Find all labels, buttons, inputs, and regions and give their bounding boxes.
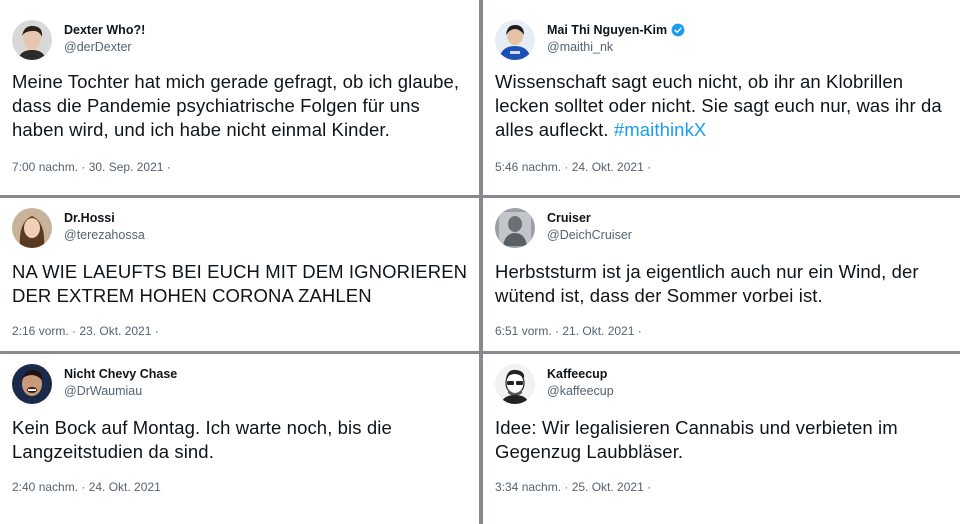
- tweet-card[interactable]: Dr.Hossi @terezahossa NA WIE LAEUFTS BEI…: [0, 198, 479, 351]
- verified-badge-icon: [671, 23, 685, 37]
- author-handle[interactable]: @maithi_nk: [547, 40, 613, 54]
- author-handle[interactable]: @DeichCruiser: [547, 228, 632, 242]
- tweet-card[interactable]: Dexter Who?! @derDexter Meine Tochter ha…: [0, 0, 479, 195]
- tweet-text: NA WIE LAEUFTS BEI EUCH MIT DEM IGNORIER…: [12, 260, 471, 308]
- tweet-timestamp[interactable]: 2:16 vorm. · 23. Okt. 2021 ·: [12, 324, 159, 338]
- avatar[interactable]: [495, 364, 535, 404]
- tweet-text: Idee: Wir legalisieren Cannabis und verb…: [495, 416, 952, 464]
- tweet-card[interactable]: Cruiser @DeichCruiser Herbststurm ist ja…: [483, 198, 960, 351]
- author-display-name[interactable]: Cruiser: [547, 211, 591, 225]
- author-display-name[interactable]: Dexter Who?!: [64, 23, 145, 37]
- author-handle[interactable]: @derDexter: [64, 40, 132, 54]
- author-handle[interactable]: @terezahossa: [64, 228, 145, 242]
- horizontal-divider: [0, 195, 960, 198]
- tweet-body: Kein Bock auf Montag. Ich warte noch, bi…: [12, 417, 392, 462]
- author-display-name[interactable]: Nicht Chevy Chase: [64, 367, 177, 381]
- avatar-woman-long-hair-icon: [12, 208, 52, 248]
- tweet-timestamp[interactable]: 3:34 nachm. · 25. Okt. 2021 ·: [495, 480, 651, 494]
- author-name[interactable]: Nicht Chevy Chase: [64, 367, 177, 381]
- avatar-dark-hair-man-icon: [12, 20, 52, 60]
- author-display-name[interactable]: Kaffeecup: [547, 367, 607, 381]
- avatar-grey-figure-icon: [495, 208, 535, 248]
- tweet-text: Meine Tochter hat mich gerade gefragt, o…: [12, 70, 471, 142]
- tweet-body: Herbststurm ist ja eigentlich auch nur e…: [495, 261, 919, 306]
- avatar[interactable]: [495, 208, 535, 248]
- tweet-timestamp[interactable]: 7:00 nachm. · 30. Sep. 2021 ·: [12, 160, 171, 174]
- author-name[interactable]: Dr.Hossi: [64, 211, 115, 225]
- author-handle[interactable]: @kaffeecup: [547, 384, 614, 398]
- avatar-blue-shirt-woman-icon: [495, 20, 535, 60]
- hashtag-link[interactable]: #maithinkX: [614, 119, 707, 140]
- avatar[interactable]: [12, 364, 52, 404]
- vertical-divider: [479, 0, 483, 524]
- tweet-text: Wissenschaft sagt euch nicht, ob ihr an …: [495, 70, 952, 142]
- author-name[interactable]: Cruiser: [547, 211, 591, 225]
- tweet-text: Kein Bock auf Montag. Ich warte noch, bi…: [12, 416, 471, 464]
- tweet-body: Wissenschaft sagt euch nicht, ob ihr an …: [495, 71, 942, 140]
- tweet-timestamp[interactable]: 2:40 nachm. · 24. Okt. 2021: [12, 480, 161, 494]
- tweet-card[interactable]: Kaffeecup @kaffeecup Idee: Wir legalisie…: [483, 354, 960, 524]
- author-name[interactable]: Dexter Who?!: [64, 23, 145, 37]
- tweet-collage: Dexter Who?! @derDexter Meine Tochter ha…: [0, 0, 960, 524]
- author-display-name[interactable]: Mai Thi Nguyen-Kim: [547, 23, 667, 37]
- tweet-body: NA WIE LAEUFTS BEI EUCH MIT DEM IGNORIER…: [12, 261, 468, 306]
- tweet-body: Meine Tochter hat mich gerade gefragt, o…: [12, 71, 460, 140]
- tweet-timestamp[interactable]: 5:46 nachm. · 24. Okt. 2021 ·: [495, 160, 651, 174]
- tweet-card[interactable]: Mai Thi Nguyen-Kim @maithi_nk Wissenscha…: [483, 0, 960, 195]
- avatar[interactable]: [12, 20, 52, 60]
- avatar-cartoon-glasses-man-icon: [495, 364, 535, 404]
- avatar[interactable]: [12, 208, 52, 248]
- author-name[interactable]: Kaffeecup: [547, 367, 607, 381]
- avatar[interactable]: [495, 20, 535, 60]
- tweet-text: Herbststurm ist ja eigentlich auch nur e…: [495, 260, 952, 308]
- horizontal-divider: [0, 351, 960, 354]
- tweet-card[interactable]: Nicht Chevy Chase @DrWaumiau Kein Bock a…: [0, 354, 479, 524]
- tweet-timestamp[interactable]: 6:51 vorm. · 21. Okt. 2021 ·: [495, 324, 642, 338]
- tweet-body: Idee: Wir legalisieren Cannabis und verb…: [495, 417, 898, 462]
- author-name[interactable]: Mai Thi Nguyen-Kim: [547, 23, 685, 37]
- author-handle[interactable]: @DrWaumiau: [64, 384, 142, 398]
- author-display-name[interactable]: Dr.Hossi: [64, 211, 115, 225]
- avatar-laughing-man-icon: [12, 364, 52, 404]
